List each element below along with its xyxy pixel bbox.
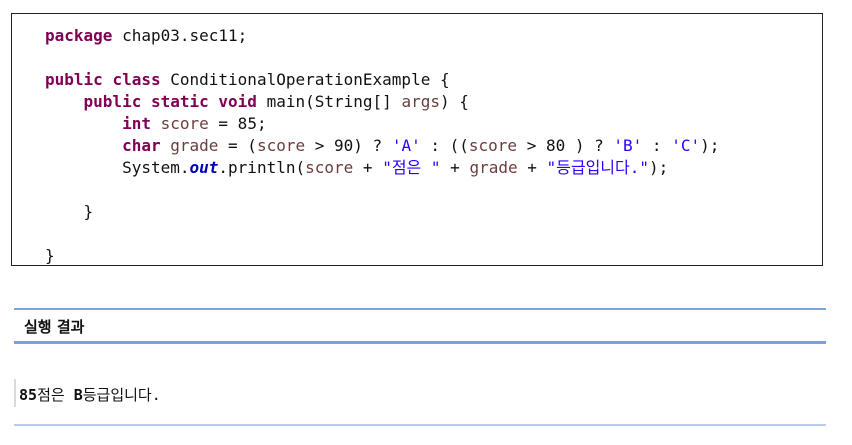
keyword: int — [122, 114, 151, 133]
result-header: 실행 결과 — [14, 308, 826, 344]
result-title: 실행 결과 — [24, 318, 85, 336]
closing-brace: } — [83, 202, 94, 221]
code-text: = 85; — [208, 114, 267, 133]
code-text: ConditionalOperationExample { — [160, 70, 450, 89]
variable: score — [160, 114, 209, 133]
code-text: + — [517, 158, 547, 177]
code-text: > 90) ? — [305, 136, 392, 155]
string-literal: "등급입니다." — [546, 158, 650, 177]
code-text: > 80 ) ? — [517, 136, 614, 155]
code-line-3: public class ConditionalOperationExample… — [45, 70, 450, 89]
keyword: public — [45, 70, 103, 89]
variable: score — [468, 136, 518, 155]
code-text: : — [642, 136, 672, 155]
code-panel: package chap03.sec11; public class Condi… — [11, 13, 823, 266]
string-literal: 'B' — [613, 136, 643, 155]
code-line-5: int score = 85; — [122, 114, 267, 133]
keyword: class — [112, 70, 161, 89]
code-text: + — [440, 158, 470, 177]
code-text: ); — [649, 158, 669, 177]
keyword: void — [218, 92, 257, 111]
string-literal: "점은 " — [382, 158, 441, 177]
keyword: char — [122, 136, 161, 155]
code-line-6: char grade = (score > 90) ? 'A' : ((scor… — [122, 136, 719, 155]
keyword: package — [45, 26, 113, 45]
code-line-11: } — [45, 246, 55, 265]
string-literal: 'C' — [671, 136, 701, 155]
keyword: public — [83, 92, 142, 111]
code-line-1: package chap03.sec11; — [45, 26, 247, 45]
code-text: + — [353, 158, 383, 177]
code-text: = ( — [218, 136, 257, 155]
variable: grade — [469, 158, 518, 177]
code-text: main(String[] — [256, 92, 402, 111]
code-line-4: public static void main(String[] args) { — [84, 92, 469, 111]
code-line-7: System.out.println(score + "점은 " + grade… — [122, 158, 668, 177]
code-text: ); — [700, 136, 720, 155]
output-score: 85 — [19, 386, 38, 404]
code-text: System. — [122, 158, 190, 177]
output-line: 85점은 B등급입니다. — [19, 384, 161, 405]
variable: score — [256, 136, 306, 155]
code-text: : (( — [420, 136, 469, 155]
code-text: chap03.sec11; — [112, 26, 248, 45]
code-text: ) { — [439, 92, 469, 111]
variable: args — [401, 92, 440, 111]
variable: score — [305, 158, 354, 177]
keyword: static — [150, 92, 209, 111]
output-text: 등급입니다. — [82, 386, 161, 404]
closing-brace: } — [45, 246, 55, 265]
code-text: .println( — [218, 158, 306, 177]
output-grade: B — [73, 386, 83, 404]
variable: grade — [170, 136, 219, 155]
code-line-9: } — [84, 202, 94, 221]
string-literal: 'A' — [391, 136, 421, 155]
output-text: 점은 — [37, 386, 74, 404]
output-divider — [14, 379, 16, 407]
static-field: out — [189, 158, 219, 177]
result-output: 85점은 B등급입니다. — [14, 375, 826, 426]
source-code: package chap03.sec11; public class Condi… — [45, 25, 719, 267]
